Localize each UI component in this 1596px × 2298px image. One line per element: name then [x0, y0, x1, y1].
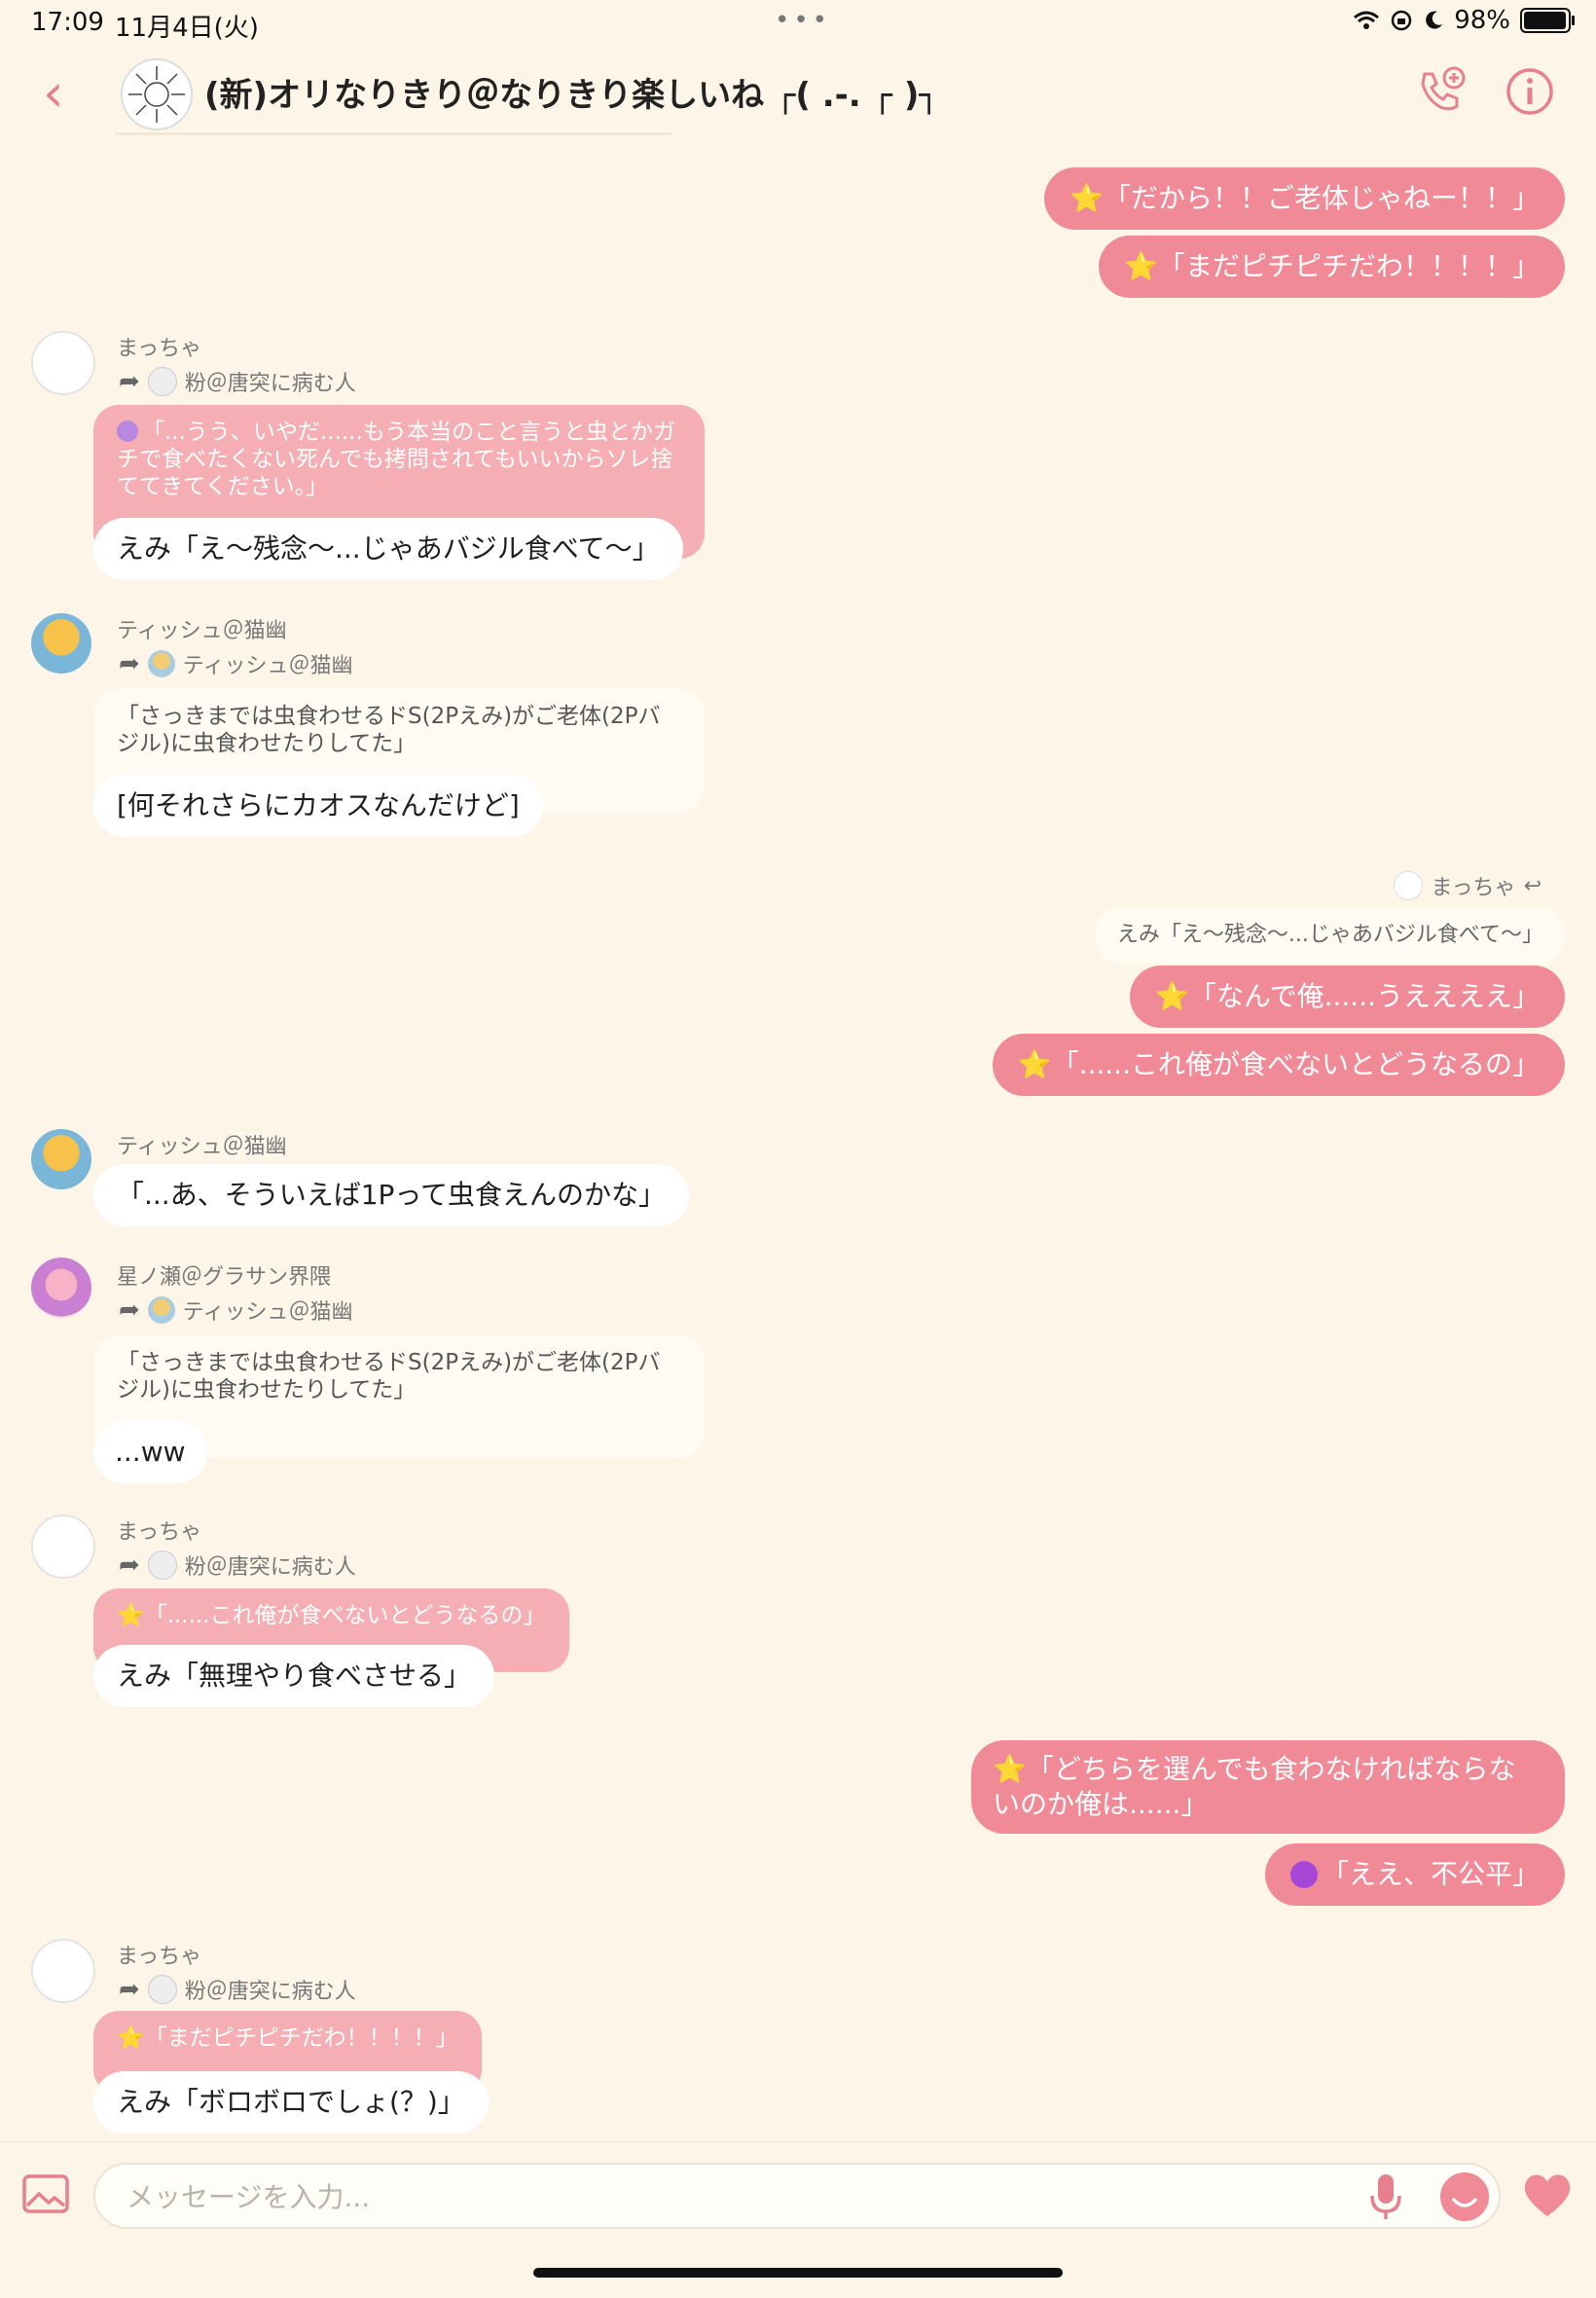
sender-name: まっちゃ — [117, 337, 202, 361]
sender-name: 星ノ瀬＠グラサン界隈 — [117, 1265, 332, 1290]
incoming-message[interactable]: えみ「無理やり食べさせる」 — [93, 1645, 495, 1707]
moon-icon — [1426, 11, 1443, 29]
incoming-message[interactable]: ...ww — [93, 1421, 207, 1483]
forward-source-name: 粉＠唐突に病む人 — [184, 1980, 356, 2004]
forward-source-name: 粉＠唐突に病む人 — [184, 372, 356, 396]
outgoing-message[interactable]: ⭐「......これ俺が食べないとどうなるの」 — [992, 1034, 1565, 1096]
status-bar: 17:09 11月4日(火) ••• 98% — [0, 0, 1596, 47]
avatar[interactable] — [31, 1129, 91, 1189]
header-divider — [115, 132, 671, 135]
outgoing-message[interactable]: ⭐「なんで俺......うええええ」 — [1130, 966, 1565, 1028]
forwarded-from: ➦ 粉＠唐突に病む人 — [119, 366, 356, 397]
battery-percent: 98% — [1454, 6, 1510, 35]
orientation-lock-icon — [1391, 10, 1412, 31]
mini-avatar — [147, 1975, 177, 2004]
forward-icon: ➦ — [119, 1975, 140, 2004]
outgoing-message[interactable]: 「ええ、不公平」 — [1264, 1843, 1565, 1906]
incoming-message[interactable]: えみ「ボロボロでしょ(？)」 — [93, 2071, 489, 2134]
emoji-picker-icon[interactable] — [1440, 2172, 1489, 2221]
sender-name: ティッシュ＠猫幽 — [117, 619, 287, 643]
message-text: 「ええ、不公平」 — [1321, 1858, 1540, 1890]
reply-quote[interactable]: えみ「え〜残念〜...じゃあバジル食べて〜」 — [1095, 907, 1565, 964]
sender-name: ティッシュ＠猫幽 — [117, 1135, 287, 1159]
add-call-icon[interactable] — [1411, 62, 1469, 121]
mini-avatar — [1394, 871, 1424, 900]
message-input[interactable] — [125, 2174, 1355, 2219]
incoming-message[interactable]: 「...あ、そういえば1Pって虫食えんのかな」 — [93, 1164, 690, 1226]
purple-circle-icon — [117, 420, 138, 442]
purple-circle-icon — [1289, 1861, 1318, 1888]
image-picker-icon[interactable] — [21, 2172, 70, 2215]
mini-avatar — [147, 1550, 177, 1580]
outgoing-message[interactable]: ⭐「どちらを選んでも食わなければならないのか俺は......」 — [971, 1740, 1565, 1834]
wifi-icon — [1354, 11, 1380, 29]
chat-title: (新)オリなりきり＠なりきり楽しいね ┌( .-. ┌ )┐ — [204, 76, 939, 115]
reply-header: まっちゃ ↩ — [1394, 870, 1542, 901]
microphone-icon[interactable] — [1368, 2170, 1403, 2223]
forward-source-name: ティッシュ＠猫幽 — [182, 1300, 353, 1325]
group-avatar[interactable] — [121, 58, 193, 130]
forward-icon: ➦ — [119, 1295, 140, 1325]
incoming-message[interactable]: えみ「え〜残念〜...じゃあバジル食べて〜」 — [93, 518, 683, 580]
sender-name: まっちゃ — [117, 1945, 202, 1969]
reply-icon: ↩ — [1523, 873, 1542, 898]
avatar[interactable] — [31, 1514, 95, 1579]
mini-avatar — [147, 1296, 175, 1324]
sender-name: まっちゃ — [117, 1520, 202, 1545]
back-chevron-icon[interactable]: ‹ — [43, 64, 82, 123]
outgoing-message[interactable]: ⭐「まだピチピチだわ！！！！」 — [1099, 236, 1565, 298]
forward-icon: ➦ — [119, 649, 140, 678]
home-indicator[interactable] — [533, 2268, 1063, 2278]
avatar[interactable] — [31, 1258, 91, 1318]
outgoing-message[interactable]: ⭐「だから！！ご老体じゃねー！！」 — [1044, 167, 1565, 230]
mini-avatar — [147, 367, 177, 396]
incoming-message[interactable]: [何それさらにカオスなんだけど] — [93, 775, 543, 837]
info-icon[interactable] — [1501, 62, 1559, 121]
status-indicators: 98% — [1353, 6, 1575, 35]
forwarded-from: ➦ 粉＠唐突に病む人 — [119, 1974, 356, 2005]
message-input-container — [93, 2163, 1501, 2229]
avatar[interactable] — [31, 613, 91, 674]
heart-icon[interactable] — [1520, 2170, 1575, 2219]
quote-text: 「...うう、いやだ......もう本当のこと言うと虫とかガチで食べたくない死ん… — [117, 419, 676, 499]
mini-avatar — [147, 650, 175, 677]
reply-to-name: まっちゃ — [1431, 876, 1516, 900]
avatar[interactable] — [31, 1939, 95, 2003]
forward-icon: ➦ — [119, 367, 140, 396]
forward-icon: ➦ — [119, 1550, 140, 1580]
forwarded-from: ➦ ティッシュ＠猫幽 — [119, 648, 352, 679]
forwarded-from: ➦ 粉＠唐突に病む人 — [119, 1550, 356, 1581]
forward-source-name: ティッシュ＠猫幽 — [182, 654, 353, 678]
avatar[interactable] — [31, 331, 95, 395]
chat-header: ‹ (新)オリなりきり＠なりきり楽しいね ┌( .-. ┌ )┐ — [0, 47, 1596, 140]
status-time: 17:09 — [31, 8, 104, 37]
battery-icon — [1520, 8, 1575, 33]
forward-source-name: 粉＠唐突に病む人 — [184, 1555, 356, 1580]
forwarded-from: ➦ ティッシュ＠猫幽 — [119, 1295, 352, 1326]
multitask-dots-icon[interactable]: ••• — [775, 6, 831, 35]
status-date: 11月4日(火) — [115, 14, 259, 43]
